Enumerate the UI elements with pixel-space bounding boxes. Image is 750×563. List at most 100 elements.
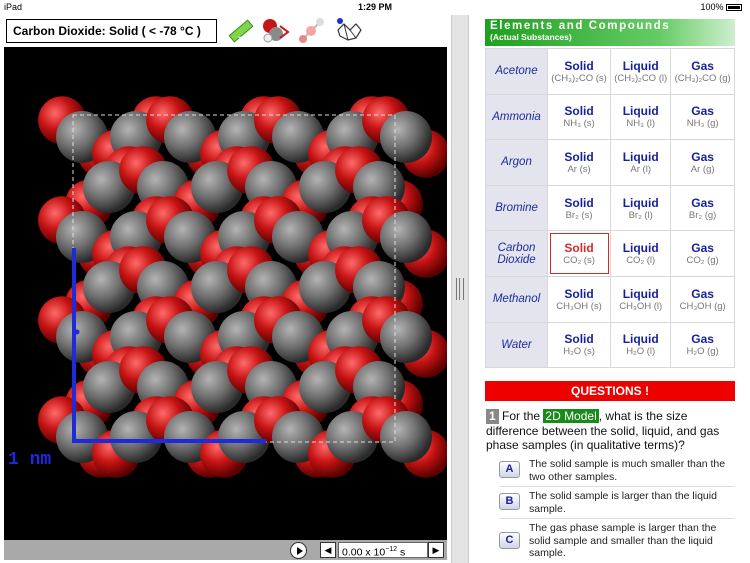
answer-c-button[interactable]: C	[499, 532, 520, 549]
carbon-atom	[380, 311, 432, 363]
gas-phase-cell[interactable]: Gas CO₂ (g)	[670, 230, 735, 277]
substance-row: Ammonia Solid NH₃ (s) Liquid NH₃ (l) Gas NH₃ (…	[485, 93, 735, 141]
clock: 1:29 PM	[357, 2, 392, 12]
phase-formula: NH₃ (g)	[686, 118, 719, 130]
liquid-phase-cell[interactable]: Liquid H₂O (l)	[610, 321, 672, 369]
gas-label: Gas	[691, 195, 714, 210]
phase-formula: Ar (g)	[690, 163, 715, 175]
molecule-model-icon[interactable]	[260, 16, 290, 46]
answer-separator	[499, 486, 735, 487]
answer-a-button[interactable]: A	[499, 461, 520, 478]
liquid-phase-cell[interactable]: Liquid NH₃ (l)	[610, 93, 672, 141]
liquid-label: Liquid	[622, 286, 659, 301]
step-back-button[interactable]: ◀	[320, 542, 336, 558]
network-structure-icon[interactable]	[334, 16, 364, 46]
liquid-phase-cell[interactable]: Liquid Br₂ (l)	[610, 184, 672, 232]
phase-formula: H₂O (s)	[563, 346, 595, 358]
substance-row: Bromine Solid Br₂ (s) Liquid Br₂ (l) Gas Br₂ (…	[485, 184, 735, 232]
divider-grip-icon[interactable]	[456, 278, 464, 300]
solid-phase-cell[interactable]: Solid CO₂ (s)	[546, 230, 612, 277]
gas-phase-cell[interactable]: Gas NH₃ (g)	[670, 93, 735, 141]
solid-phase-cell[interactable]: Solid NH₃ (s)	[546, 93, 612, 141]
elements-title: Elements and Compounds	[490, 20, 671, 32]
solid-phase-cell[interactable]: Solid Br₂ (s)	[546, 184, 612, 232]
answer-b-button[interactable]: B	[499, 493, 520, 510]
solid-label: Solid	[564, 149, 594, 164]
elements-header: Elements and Compounds (Actual Substance…	[485, 19, 735, 46]
gas-label: Gas	[691, 58, 714, 73]
phase-formula: CO₂ (l)	[626, 255, 656, 267]
liquid-phase-cell[interactable]: Liquid (CH₃)₂CO (l)	[610, 48, 672, 95]
solid-phase-cell[interactable]: Solid CH₃OH (s)	[546, 275, 612, 323]
ball-and-stick-icon[interactable]	[296, 16, 326, 46]
gas-phase-cell[interactable]: Gas (CH₃)₂CO (g)	[670, 48, 735, 95]
gas-label: Gas	[691, 332, 714, 347]
phase-formula: H₂O (g)	[686, 346, 719, 358]
solid-phase-cell[interactable]: Solid (CH₃)₂CO (s)	[546, 48, 612, 95]
question-number: 1	[486, 409, 499, 424]
phase-formula: CH₃OH (l)	[619, 300, 663, 312]
liquid-label: Liquid	[622, 149, 659, 164]
substance-name: Argon	[485, 139, 548, 186]
carbon-atom	[380, 111, 432, 163]
carbon-atom	[380, 211, 432, 263]
phase-formula: Br₂ (l)	[628, 209, 653, 221]
gas-label: Gas	[691, 286, 714, 301]
gas-phase-cell[interactable]: Gas CH₃OH (g)	[670, 275, 735, 323]
phase-formula: (CH₃)₂CO (s)	[551, 72, 607, 84]
liquid-phase-cell[interactable]: Liquid Ar (l)	[610, 139, 672, 186]
gas-phase-cell[interactable]: Gas Ar (g)	[670, 139, 735, 186]
ruler-icon[interactable]	[226, 16, 256, 46]
liquid-phase-cell[interactable]: Liquid CO₂ (l)	[610, 230, 672, 277]
phase-formula: (CH₃)₂CO (g)	[674, 72, 731, 84]
co2-crystal-model	[38, 96, 447, 478]
liquid-label: Liquid	[622, 241, 659, 256]
phase-formula: (CH₃)₂CO (l)	[614, 72, 668, 84]
gas-label: Gas	[691, 149, 714, 164]
substance-name: Bromine	[485, 184, 548, 232]
time-unit: s	[397, 546, 406, 559]
solid-label: Solid	[564, 241, 594, 256]
molecular-viewer[interactable]: 1 nm	[4, 47, 447, 540]
solid-label: Solid	[564, 195, 594, 210]
phase-formula: CO₂ (g)	[686, 255, 719, 267]
sample-title: Carbon Dioxide: Solid ( < -78 °C )	[6, 19, 217, 43]
liquid-phase-cell[interactable]: Liquid CH₃OH (l)	[610, 275, 672, 323]
liquid-label: Liquid	[622, 58, 659, 73]
time-base: 0.00 x 10	[342, 546, 386, 559]
phase-formula: Br₂ (g)	[688, 209, 717, 221]
gas-phase-cell[interactable]: Gas H₂O (g)	[670, 321, 735, 369]
substance-name: Acetone	[485, 48, 548, 95]
phase-formula: H₂O (l)	[626, 346, 656, 358]
substance-row: Acetone Solid (CH₃)₂CO (s) Liquid (CH₃)₂CO (…	[485, 48, 735, 95]
scale-label: 1 nm	[8, 450, 52, 470]
substance-row: Water Solid H₂O (s) Liquid H₂O (l) Gas H₂O (g)	[485, 321, 735, 369]
play-button[interactable]	[290, 542, 307, 559]
elements-subtitle: (Actual Substances)	[490, 32, 572, 42]
battery-icon	[726, 4, 742, 12]
liquid-label: Liquid	[622, 104, 659, 119]
answer-a-text: The solid sample is much smaller than th…	[529, 458, 726, 483]
time-control-bar: ◀ 0.00 x 10−12 s ▶	[4, 540, 447, 560]
substance-row: Argon Solid Ar (s) Liquid Ar (l) Gas Ar (g)	[485, 139, 735, 186]
phase-formula: CH₃OH (g)	[679, 300, 726, 312]
solid-label: Solid	[564, 104, 594, 119]
solid-phase-cell[interactable]: Solid H₂O (s)	[546, 321, 612, 369]
answer-separator	[499, 518, 735, 519]
model-highlight: 2D Model	[543, 409, 599, 423]
liquid-label: Liquid	[622, 195, 659, 210]
battery-indicator: 100%	[700, 2, 742, 12]
substance-name: Ammonia	[485, 93, 548, 141]
substance-name: Carbon Dioxide	[485, 230, 548, 277]
question-text-pre: For the	[502, 409, 541, 423]
phase-formula: Ar (l)	[630, 163, 651, 175]
substance-name: Water	[485, 321, 548, 369]
solid-phase-cell[interactable]: Solid Ar (s)	[546, 139, 612, 186]
gas-phase-cell[interactable]: Gas Br₂ (g)	[670, 184, 735, 232]
origin-marker	[74, 329, 80, 335]
time-readout: 0.00 x 10−12 s	[338, 542, 428, 559]
substance-table: Acetone Solid (CH₃)₂CO (s) Liquid (CH₃)₂CO (…	[485, 48, 735, 369]
substance-row: Carbon Dioxide Solid CO₂ (s) Liquid CO₂ (l) G…	[485, 230, 735, 277]
solid-label: Solid	[564, 332, 594, 347]
step-forward-button[interactable]: ▶	[428, 542, 444, 558]
